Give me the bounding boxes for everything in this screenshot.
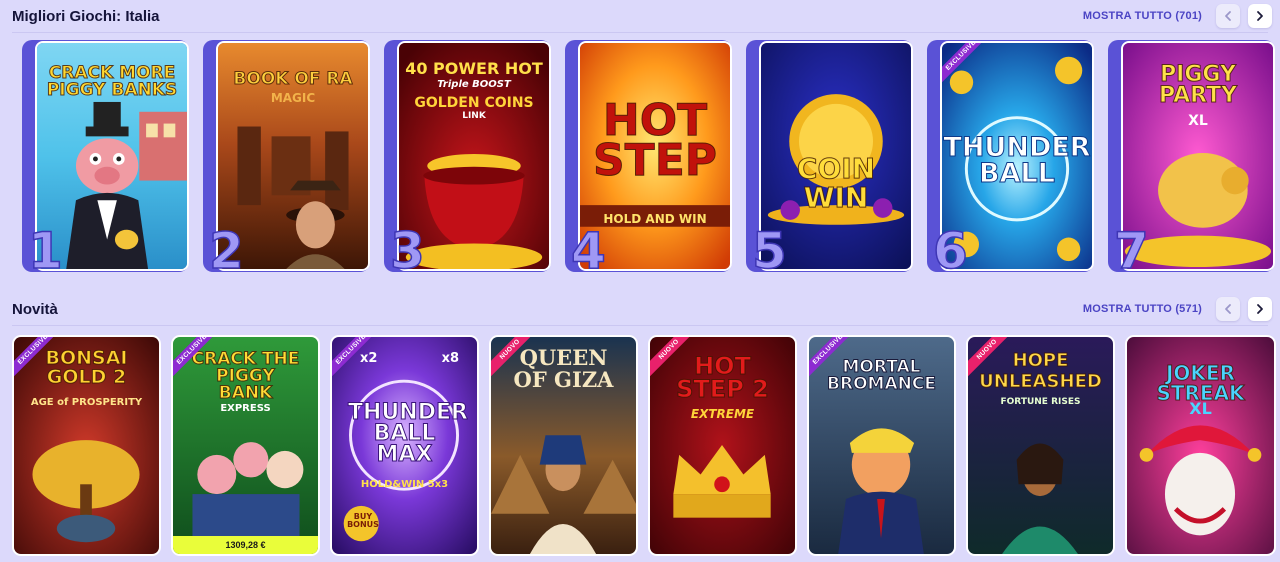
- chevron-left-icon: [1225, 304, 1231, 314]
- exclusive-badge: EXCLUSIVE: [332, 337, 383, 388]
- exclusive-badge: EXCLUSIVE: [14, 337, 65, 388]
- rank-number: 5: [751, 222, 787, 280]
- game-subtitle: XL: [1188, 113, 1208, 129]
- section-divider: [12, 32, 1268, 33]
- top-game-card-2[interactable]: BOOK OF RA MAGIC 2: [203, 40, 370, 277]
- section-title-new-games: Novità: [12, 300, 58, 318]
- top-game-card-1[interactable]: CRACK MORE PIGGY BANKS 1: [22, 40, 189, 277]
- top-games-controls: MOSTRA TUTTO (701): [1083, 4, 1272, 28]
- game-title: 40 POWER HOT: [405, 59, 543, 78]
- game-subtitle: XL: [1189, 399, 1212, 418]
- game-subtitle: EXTREME: [690, 407, 755, 421]
- new-game-card-8[interactable]: JOKER STREAK XL: [1125, 335, 1276, 556]
- top-games-header: Migliori Giochi: Italia MOSTRA TUTTO (70…: [12, 1, 1272, 31]
- multiplier-label-2: x8: [441, 351, 459, 366]
- show-all-top-games-link[interactable]: MOSTRA TUTTO (701): [1083, 10, 1202, 22]
- section-title-top-games: Migliori Giochi: Italia: [12, 7, 160, 25]
- chevron-right-icon: [1257, 304, 1263, 314]
- jackpot-amount: 1309,28 €: [173, 536, 318, 554]
- new-games-next-button[interactable]: [1248, 297, 1272, 321]
- exclusive-badge: EXCLUSIVE: [809, 337, 860, 388]
- new-game-card-7[interactable]: NUOVO HOPE UNLEASHED FORTUNE RISES: [966, 335, 1115, 556]
- top-game-card-6[interactable]: EXCLUSIVE THUNDER BALL 6: [927, 40, 1094, 277]
- new-game-card-5[interactable]: NUOVO HOT STEP 2 EXTREME: [648, 335, 797, 556]
- game-subtitle: AGE of PROSPERITY: [30, 397, 143, 408]
- new-game-card-1[interactable]: EXCLUSIVE BONSAI GOLD 2 AGE of PROSPERIT…: [12, 335, 161, 556]
- game-subtitle-2: GOLDEN COINS: [414, 95, 534, 111]
- new-game-card-4[interactable]: NUOVO QUEEN OF GIZA: [489, 335, 638, 556]
- rank-number: 6: [932, 222, 968, 280]
- rank-number: 2: [208, 222, 244, 280]
- new-games-prev-button[interactable]: [1216, 297, 1240, 321]
- top-games-next-button[interactable]: [1248, 4, 1272, 28]
- new-games-header: Novità MOSTRA TUTTO (571): [12, 294, 1272, 324]
- game-title: HOT STEP: [592, 95, 717, 187]
- rank-number: 4: [570, 222, 606, 280]
- game-subtitle-3: LINK: [462, 111, 486, 121]
- new-games-carousel: EXCLUSIVE BONSAI GOLD 2 AGE of PROSPERIT…: [12, 335, 1280, 556]
- game-title: CRACK MORE PIGGY BANKS: [46, 63, 178, 101]
- new-game-card-6[interactable]: EXCLUSIVE MORTAL BROMANCE: [807, 335, 956, 556]
- game-subtitle: FORTUNE RISES: [1000, 397, 1081, 407]
- top-games-prev-button[interactable]: [1216, 4, 1240, 28]
- top-games-carousel: CRACK MORE PIGGY BANKS 1 BOOK OF RA MAGI…: [22, 40, 1280, 277]
- game-subtitle: Triple BOOST: [437, 79, 511, 90]
- chevron-right-icon: [1257, 11, 1263, 21]
- new-games-controls: MOSTRA TUTTO (571): [1083, 297, 1272, 321]
- nuovo-badge: NUOVO: [968, 337, 1019, 388]
- top-game-card-4[interactable]: HOT STEP HOLD AND WIN 4: [565, 40, 732, 277]
- game-title: THUNDER BALL MAX: [348, 400, 469, 467]
- nuovo-badge: NUOVO: [491, 337, 542, 388]
- nuovo-badge: NUOVO: [650, 337, 701, 388]
- game-subtitle: MAGIC: [270, 91, 316, 105]
- game-subtitle: EXPRESS: [220, 403, 271, 414]
- game-title: JOKER STREAK: [1156, 361, 1245, 405]
- game-title: PIGGY PARTY: [1158, 62, 1238, 108]
- game-title: BOOK OF RA: [233, 69, 353, 89]
- section-divider: [12, 325, 1268, 326]
- new-game-card-2[interactable]: EXCLUSIVE CRACK THE PIGGY BANK EXPRESS 1…: [171, 335, 320, 556]
- show-all-new-games-link[interactable]: MOSTRA TUTTO (571): [1083, 303, 1202, 315]
- rank-number: 7: [1113, 222, 1149, 280]
- exclusive-badge: EXCLUSIVE: [173, 337, 224, 388]
- game-title: THUNDER BALL: [943, 132, 1091, 190]
- new-game-card-3[interactable]: EXCLUSIVE x2 x8 THUNDER BALL MAX HOLD&WI…: [330, 335, 479, 556]
- top-game-card-7[interactable]: PIGGY PARTY XL 7: [1108, 40, 1275, 277]
- buy-bonus-label: BUY BONUS: [347, 512, 379, 530]
- rank-number: 3: [389, 222, 425, 280]
- rank-number: 1: [27, 222, 63, 280]
- top-game-card-5[interactable]: COIN WIN 5: [746, 40, 913, 277]
- game-subtitle: HOLD&WIN 5x3: [360, 479, 449, 490]
- chevron-left-icon: [1225, 11, 1231, 21]
- top-game-card-3[interactable]: 40 POWER HOT Triple BOOST GOLDEN COINS L…: [384, 40, 551, 277]
- game-title: COIN WIN: [796, 152, 876, 214]
- exclusive-badge: EXCLUSIVE: [942, 43, 993, 94]
